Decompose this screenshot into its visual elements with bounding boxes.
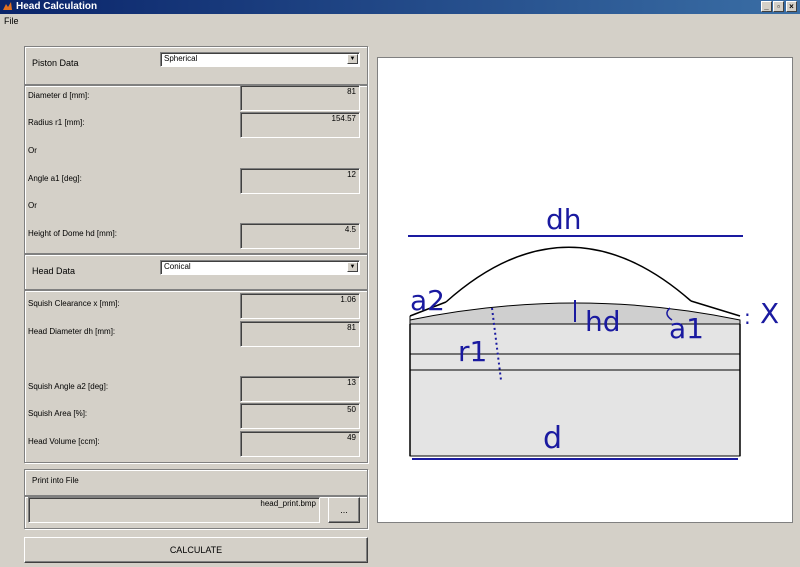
head-data-label: Head Data (32, 266, 76, 276)
piston-type-select[interactable]: Spherical ▼ (160, 52, 360, 67)
angle-field[interactable]: 12 (240, 168, 360, 194)
browse-button[interactable]: ... (328, 497, 360, 523)
or-label-1: Or (28, 146, 37, 155)
menu-bar: File (0, 14, 800, 28)
squish-angle-label: Squish Angle a2 [deg]: (28, 382, 109, 391)
piston-data-label: Piston Data (32, 58, 79, 68)
diameter-label: Diameter d [mm]: (28, 91, 90, 100)
squish-angle-field[interactable]: 13 (240, 376, 360, 402)
chevron-down-icon[interactable]: ▼ (347, 262, 358, 272)
minimize-button[interactable]: _ (761, 1, 772, 12)
head-type-select[interactable]: Conical ▼ (160, 260, 360, 275)
title-bar: Head Calculation _ ▫ × (0, 0, 800, 14)
head-diameter-field[interactable]: 81 (240, 321, 360, 347)
calculate-button[interactable]: CALCULATE (24, 537, 368, 563)
squish-area-field[interactable]: 50 (240, 403, 360, 429)
x-marker: : (744, 305, 751, 329)
head-type-value: Conical (164, 262, 191, 271)
a1-label: a1 (669, 312, 704, 345)
or-label-2: Or (28, 201, 37, 210)
menu-file[interactable]: File (4, 16, 19, 26)
squish-clearance-field[interactable]: 1.06 (240, 293, 360, 319)
head-volume-label: Head Volume [ccm]: (28, 437, 100, 446)
dome-height-label: Height of Dome hd [mm]: (28, 229, 117, 238)
d-label: d (543, 421, 562, 456)
hd-label: hd (585, 305, 621, 338)
close-button[interactable]: × (786, 1, 797, 12)
window-title: Head Calculation (16, 1, 98, 12)
print-into-file-label: Print into File (32, 476, 79, 485)
dome-height-field[interactable]: 4.5 (240, 223, 360, 249)
print-filename-field[interactable]: head_print.bmp (28, 497, 320, 523)
squish-clearance-label: Squish Clearance x [mm]: (28, 299, 120, 308)
restore-button[interactable]: ▫ (773, 1, 784, 12)
diameter-field[interactable]: 81 (240, 85, 360, 111)
matlab-icon (3, 2, 12, 10)
r1-label: r1 (458, 335, 487, 368)
piston-type-value: Spherical (164, 54, 198, 63)
radius-field[interactable]: 154.57 (240, 112, 360, 138)
head-dome-outline (445, 246, 692, 303)
x-label: X (760, 297, 779, 330)
squish-area-label: Squish Area [%]: (28, 409, 88, 418)
angle-label: Angle a1 [deg]: (28, 174, 82, 183)
dh-label: dh (546, 203, 582, 236)
head-volume-field[interactable]: 49 (240, 431, 360, 457)
head-diagram: dh a2 hd a1 X r1 d : (377, 57, 793, 523)
radius-label: Radius r1 [mm]: (28, 118, 85, 127)
a2-label: a2 (410, 284, 445, 317)
piston-head-drawing: dh a2 hd a1 X r1 d : (408, 203, 779, 460)
head-diameter-label: Head Diameter dh [mm]: (28, 327, 116, 336)
chevron-down-icon[interactable]: ▼ (347, 54, 358, 64)
